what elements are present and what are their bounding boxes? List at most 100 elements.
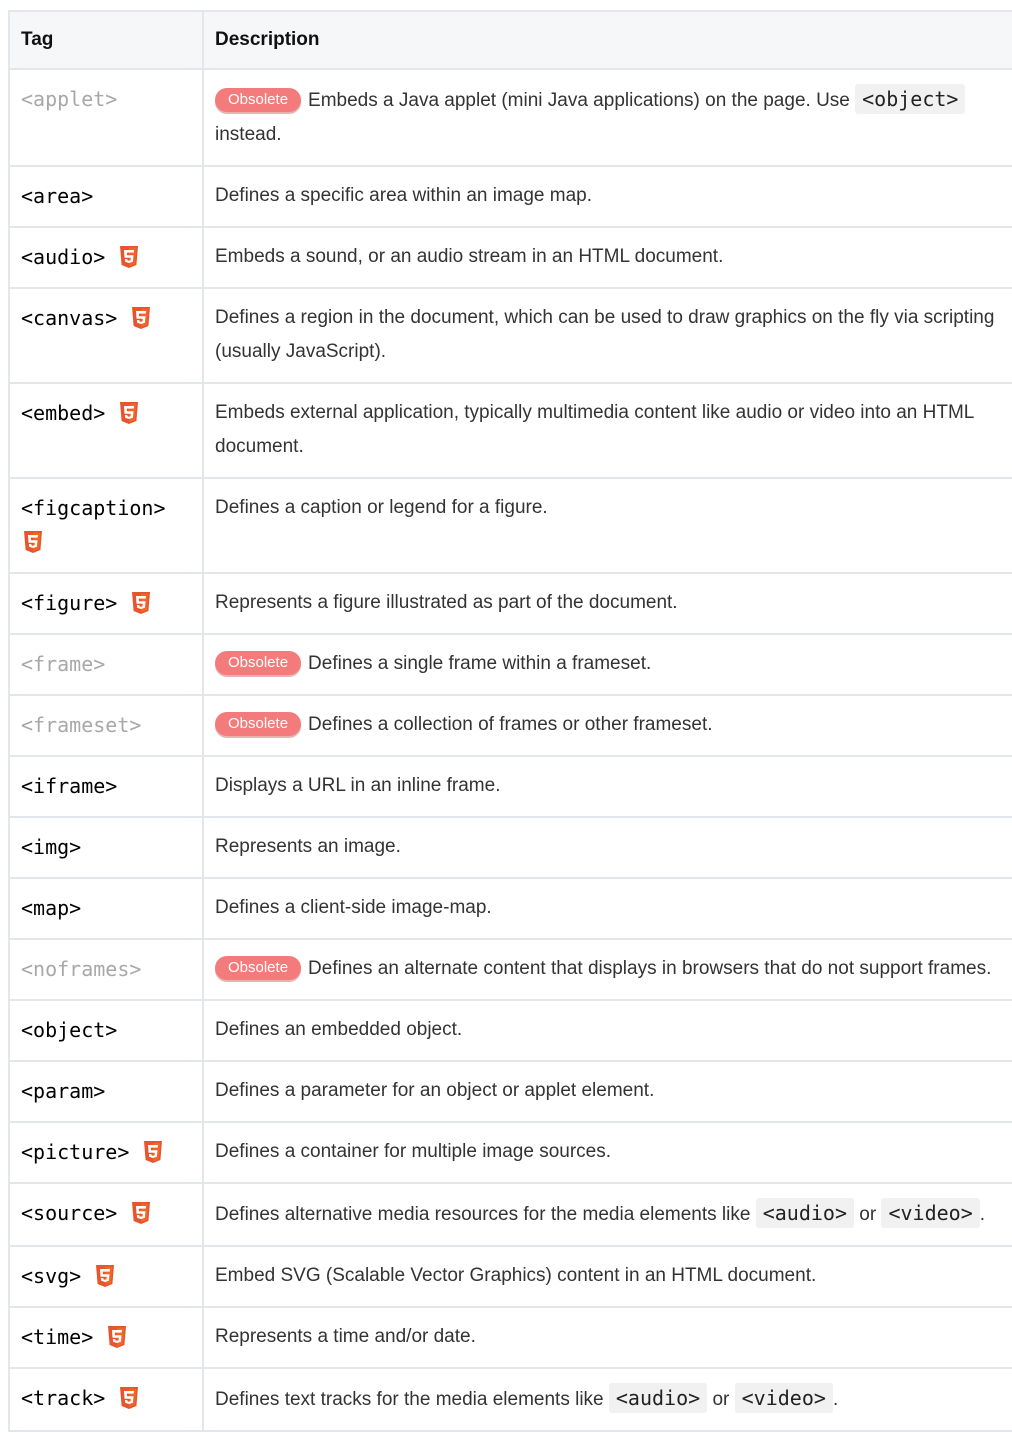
- tag-cell: <source>: [8, 1182, 204, 1247]
- html5-icon: [132, 592, 151, 614]
- html5-icon: [120, 1387, 139, 1409]
- tag-cell: <figure>: [8, 572, 204, 635]
- description-text: Represents a time and/or date.: [215, 1326, 476, 1347]
- tag-cell: <iframe>: [8, 755, 204, 818]
- tag-name: <applet>: [21, 87, 118, 111]
- description-text: Defines a region in the document, which …: [215, 307, 995, 362]
- description-text: .: [979, 1204, 986, 1225]
- table-row: <iframe> Displays a URL in an inline fram…: [8, 755, 1012, 818]
- description-cell: Defines a caption or legend for a figure…: [202, 477, 1012, 574]
- tag-name: <param>: [21, 1079, 106, 1103]
- table-row: <figure> Represents a figure illustrated…: [8, 572, 1012, 635]
- html5-icon: [120, 246, 139, 268]
- html5-icon: [96, 1265, 115, 1287]
- tag-name: <figure>: [21, 591, 118, 615]
- description-cell: Defines a client-side image-map.: [202, 877, 1012, 940]
- tag-name: <area>: [21, 184, 94, 208]
- description-text: Defines a single frame within a frameset…: [308, 653, 652, 674]
- description-text: instead.: [215, 124, 282, 145]
- description-text: Defines an embedded object.: [215, 1019, 463, 1040]
- description-cell: Defines a parameter for an object or app…: [202, 1060, 1012, 1123]
- html5-icon: [144, 1141, 163, 1163]
- description-cell: Defines alternative media resources for …: [202, 1182, 1012, 1247]
- tag-cell: <applet>: [8, 68, 204, 167]
- table-row: <param> Defines a parameter for an object…: [8, 1060, 1012, 1123]
- description-cell: Represents an image.: [202, 816, 1012, 879]
- tag-cell: <canvas>: [8, 287, 204, 384]
- description-text: Represents a figure illustrated as part …: [215, 592, 678, 613]
- tag-cell: <noframes>: [8, 938, 204, 1001]
- tag-name: <iframe>: [21, 774, 118, 798]
- description-text: Defines a caption or legend for a figure…: [215, 497, 548, 518]
- tags-table: Tag Description <applet> Obsolete Embeds a…: [8, 10, 1012, 1432]
- description-cell: Defines an embedded object.: [202, 999, 1012, 1062]
- obsolete-badge: Obsolete: [215, 88, 302, 112]
- inline-code: <audio>: [608, 1383, 708, 1413]
- tag-cell: <img>: [8, 816, 204, 879]
- column-header-description: Description: [202, 10, 1012, 70]
- description-cell: Obsolete Defines a collection of frames o…: [202, 694, 1012, 757]
- table-row: <area> Defines a specific area within an …: [8, 165, 1012, 228]
- tag-cell: <track>: [8, 1367, 204, 1432]
- tag-name: <map>: [21, 896, 82, 920]
- table-row: <svg> Embed SVG (Scalable Vector Graphic…: [8, 1245, 1012, 1308]
- description-text: Defines a collection of frames or other …: [308, 714, 713, 735]
- description-text: or: [854, 1204, 882, 1225]
- tag-cell: <param>: [8, 1060, 204, 1123]
- description-text: .: [832, 1389, 839, 1410]
- table-row: <noframes> Obsolete Defines an alternate c…: [8, 938, 1012, 1001]
- tag-cell: <embed>: [8, 382, 204, 479]
- inline-code: <video>: [881, 1198, 980, 1228]
- table-body: <applet> Obsolete Embeds a Java applet (mi…: [8, 68, 1012, 1432]
- tag-cell: <time>: [8, 1306, 204, 1369]
- tag-name: <frameset>: [21, 713, 142, 737]
- tags-table-container: Tag Description <applet> Obsolete Embeds a…: [8, 10, 1012, 1432]
- description-cell: Defines a container for multiple image s…: [202, 1121, 1012, 1184]
- table-row: <embed> Embeds external application, typ…: [8, 382, 1012, 479]
- tag-cell: <figcaption>: [8, 477, 204, 574]
- tag-name: <noframes>: [21, 957, 142, 981]
- inline-code: <audio>: [755, 1198, 854, 1228]
- obsolete-badge: Obsolete: [215, 956, 302, 980]
- table-row: <applet> Obsolete Embeds a Java applet (mi…: [8, 68, 1012, 167]
- html5-icon: [132, 1202, 151, 1224]
- description-cell: Defines a region in the document, which …: [202, 287, 1012, 384]
- description-text: Defines a parameter for an object or app…: [215, 1080, 655, 1101]
- inline-code: <video>: [734, 1383, 833, 1413]
- description-text: Defines text tracks for the media elemen…: [215, 1389, 609, 1410]
- description-text: Displays a URL in an inline frame.: [215, 775, 501, 796]
- description-text: Embeds a sound, or an audio stream in an…: [215, 246, 724, 267]
- tag-name: <object>: [21, 1018, 118, 1042]
- description-text: Defines an alternate content that displa…: [308, 958, 992, 979]
- tag-name: <picture>: [21, 1140, 130, 1164]
- tag-cell: <picture>: [8, 1121, 204, 1184]
- table-row: <track> Defines text tracks for the medi…: [8, 1367, 1012, 1432]
- tag-name: <time>: [21, 1325, 94, 1349]
- description-text: Defines a specific area within an image …: [215, 185, 593, 206]
- table-row: <img> Represents an image.: [8, 816, 1012, 879]
- tag-cell: <area>: [8, 165, 204, 228]
- description-text: Embeds external application, typically m…: [215, 402, 974, 457]
- table-header-row: Tag Description: [8, 10, 1012, 70]
- table-row: <frameset> Obsolete Defines a collection o…: [8, 694, 1012, 757]
- table-row: <canvas> Defines a region in the documen…: [8, 287, 1012, 384]
- description-text: or: [707, 1389, 735, 1410]
- obsolete-badge: Obsolete: [215, 651, 302, 675]
- tag-name: <figcaption>: [21, 496, 166, 520]
- description-cell: Embeds external application, typically m…: [202, 382, 1012, 479]
- tag-name: <track>: [21, 1386, 106, 1410]
- tag-cell: <frame>: [8, 633, 204, 696]
- description-cell: Obsolete Defines an alternate content tha…: [202, 938, 1012, 1001]
- tag-cell: <object>: [8, 999, 204, 1062]
- description-cell: Represents a time and/or date.: [202, 1306, 1012, 1369]
- html5-icon: [108, 1326, 127, 1348]
- html5-icon: [24, 531, 42, 553]
- description-cell: Obsolete Defines a single frame within a …: [202, 633, 1012, 696]
- description-text: Defines a client-side image-map.: [215, 897, 492, 918]
- table-row: <audio> Embeds a sound, or an audio stre…: [8, 226, 1012, 289]
- tag-cell: <map>: [8, 877, 204, 940]
- table-row: <source> Defines alternative media resou…: [8, 1182, 1012, 1247]
- tag-name: <img>: [21, 835, 82, 859]
- table-row: <frame> Obsolete Defines a single frame wi…: [8, 633, 1012, 696]
- html5-icon: [120, 402, 139, 424]
